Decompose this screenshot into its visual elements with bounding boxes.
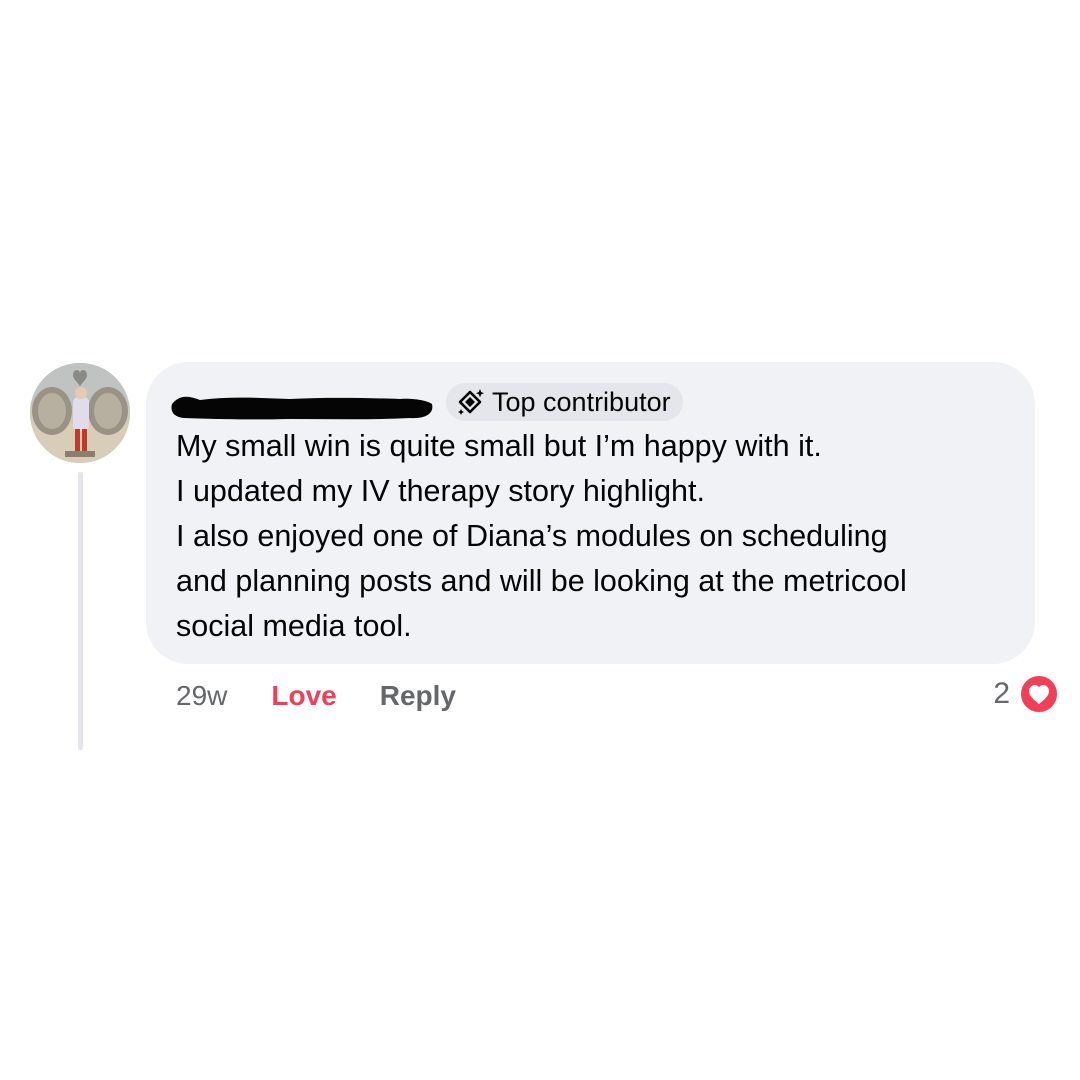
comment-line: My small win is quite small but I’m happ…: [176, 429, 822, 463]
diamond-sparkle-icon: [458, 389, 484, 415]
top-contributor-badge[interactable]: Top contributor: [446, 383, 683, 421]
heart-reaction-icon: [1019, 674, 1059, 714]
comment-line: and planning posts and will be looking a…: [176, 564, 907, 598]
reply-button[interactable]: Reply: [380, 674, 456, 718]
redaction-mark: [171, 396, 433, 420]
author-name[interactable]: [170, 382, 434, 422]
reaction-summary[interactable]: 2: [993, 672, 1060, 716]
avatar-photo: [30, 363, 130, 463]
comment-line: I also enjoyed one of Diana’s modules on…: [176, 519, 888, 553]
comment-bubble: Top contributor My small win is quite sm…: [146, 362, 1035, 664]
love-button[interactable]: Love: [271, 674, 336, 718]
comment-line: I updated my IV therapy story highlight.: [176, 474, 705, 508]
author-row: Top contributor: [170, 382, 683, 422]
reaction-count: 2: [993, 677, 1010, 710]
badge-label: Top contributor: [492, 387, 671, 417]
comment-text: My small win is quite small but I’m happ…: [176, 424, 1016, 649]
comment-line: social media tool.: [176, 609, 412, 643]
timestamp[interactable]: 29w: [176, 674, 227, 718]
avatar[interactable]: [30, 363, 130, 463]
thread-line: [78, 472, 83, 750]
comment-actions: 29w Love Reply: [176, 674, 456, 718]
